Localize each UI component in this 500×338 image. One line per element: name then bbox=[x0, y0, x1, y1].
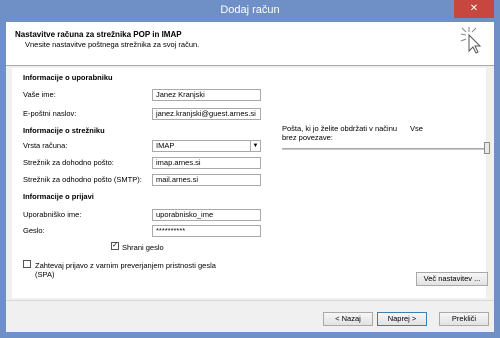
offline-mail-slider-thumb[interactable] bbox=[484, 142, 490, 154]
name-label: Vaše ime: bbox=[23, 90, 56, 99]
back-button[interactable]: < Nazaj bbox=[323, 312, 373, 326]
account-type-value: IMAP bbox=[156, 141, 175, 150]
account-type-label: Vrsta računa: bbox=[23, 141, 68, 150]
name-input[interactable]: Janez Kranjski bbox=[152, 89, 261, 101]
spa-checkbox[interactable] bbox=[23, 260, 31, 268]
offline-mail-value: Vse bbox=[410, 124, 423, 133]
cursor-click-icon bbox=[460, 27, 482, 54]
settings-panel: Informacije o uporabniku Vaše ime: Janez… bbox=[12, 68, 490, 298]
spa-label-line1: Zahtevaj prijavo z varnim preverjanjem p… bbox=[35, 261, 216, 270]
password-input[interactable]: ********** bbox=[152, 225, 261, 237]
more-settings-button[interactable]: Več nastavitev ... bbox=[416, 272, 488, 286]
close-button[interactable]: ✕ bbox=[454, 0, 494, 18]
outgoing-server-input[interactable]: mail.arnes.si bbox=[152, 174, 261, 186]
incoming-server-label: Strežnik za dohodno pošto: bbox=[23, 158, 114, 167]
password-label: Geslo: bbox=[23, 226, 45, 235]
chevron-down-icon[interactable]: ▼ bbox=[250, 141, 260, 151]
offline-mail-label-line2: brez povezave: bbox=[282, 133, 333, 142]
spa-label-line2: (SPA) bbox=[35, 270, 55, 279]
next-button[interactable]: Naprej > bbox=[377, 312, 427, 326]
username-label: Uporabniško ime: bbox=[23, 210, 82, 219]
offline-mail-label: Pošta, ki jo želite obdržati v načinu bbox=[282, 124, 398, 133]
outgoing-server-label: Strežnik za odhodno pošto (SMTP): bbox=[23, 175, 142, 184]
window-title: Dodaj račun bbox=[220, 4, 280, 16]
server-info-heading: Informacije o strežniku bbox=[23, 126, 105, 135]
user-info-heading: Informacije o uporabniku bbox=[23, 73, 113, 82]
dialog-header: Nastavitve računa za strežnika POP in IM… bbox=[6, 22, 494, 66]
incoming-server-input[interactable]: imap.arnes.si bbox=[152, 157, 261, 169]
title-bar[interactable]: Dodaj račun ✕ bbox=[0, 0, 500, 22]
header-subtitle: Vnesite nastavitve poštnega strežnika za… bbox=[25, 40, 200, 49]
dialog-window: Dodaj račun ✕ Nastavitve računa za strež… bbox=[0, 0, 500, 338]
email-input[interactable]: janez.kranjski@guest.arnes.si bbox=[152, 108, 261, 120]
footer-divider bbox=[6, 300, 494, 301]
dialog-client: Nastavitve računa za strežnika POP in IM… bbox=[6, 22, 494, 332]
header-title: Nastavitve računa za strežnika POP in IM… bbox=[15, 30, 182, 39]
email-label: E-poštni naslov: bbox=[23, 109, 77, 118]
username-input[interactable]: uporabnisko_ime bbox=[152, 209, 261, 221]
cancel-button[interactable]: Prekliči bbox=[439, 312, 489, 326]
login-info-heading: Informacije o prijavi bbox=[23, 192, 94, 201]
remember-password-checkbox[interactable]: ✓ bbox=[111, 242, 119, 250]
account-type-select[interactable]: IMAP ▼ bbox=[152, 140, 261, 152]
offline-mail-slider-track[interactable] bbox=[282, 148, 490, 150]
remember-password-label: Shrani geslo bbox=[122, 243, 164, 252]
